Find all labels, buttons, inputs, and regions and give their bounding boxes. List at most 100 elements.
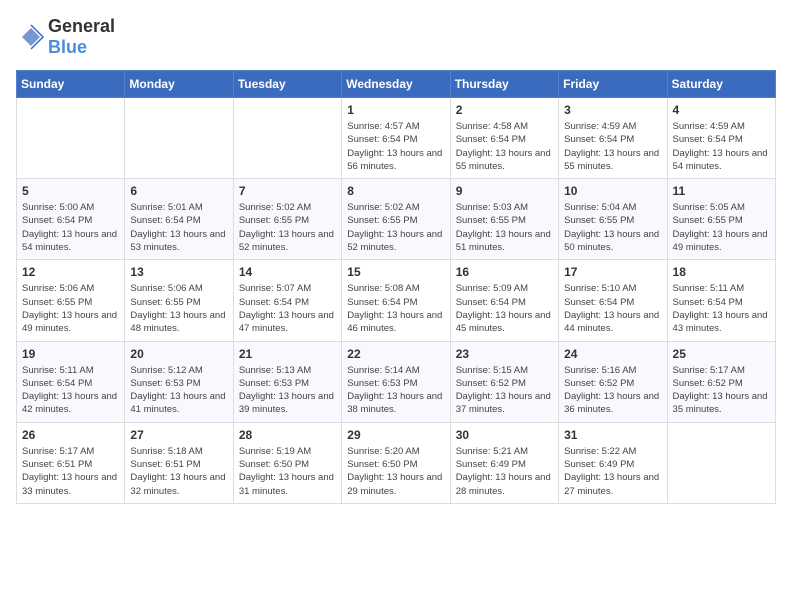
day-number: 26 [22, 428, 119, 442]
day-number: 22 [347, 347, 444, 361]
calendar-cell: 18 Sunrise: 5:11 AM Sunset: 6:54 PM Dayli… [667, 260, 775, 341]
day-info: Sunrise: 4:58 AM Sunset: 6:54 PM Dayligh… [456, 120, 553, 173]
day-number: 8 [347, 184, 444, 198]
day-info: Sunrise: 5:00 AM Sunset: 6:54 PM Dayligh… [22, 201, 119, 254]
calendar-cell: 4 Sunrise: 4:59 AM Sunset: 6:54 PM Daylig… [667, 98, 775, 179]
calendar-cell: 12Sunrise: 5:06 AM Sunset: 6:55 PM Dayli… [17, 260, 125, 341]
logo: General Blue [16, 16, 115, 58]
day-number: 11 [673, 184, 770, 198]
calendar-cell: 15 Sunrise: 5:08 AM Sunset: 6:54 PM Dayli… [342, 260, 450, 341]
day-info: Sunrise: 5:05 AM Sunset: 6:55 PM Dayligh… [673, 201, 770, 254]
day-info: Sunrise: 4:59 AM Sunset: 6:54 PM Dayligh… [673, 120, 770, 173]
calendar-cell: 9 Sunrise: 5:03 AM Sunset: 6:55 PM Daylig… [450, 179, 558, 260]
calendar-header: SundayMondayTuesdayWednesdayThursdayFrid… [17, 71, 776, 98]
weekday-header: Thursday [450, 71, 558, 98]
day-info: Sunrise: 4:57 AM Sunset: 6:54 PM Dayligh… [347, 120, 444, 173]
day-number: 18 [673, 265, 770, 279]
day-number: 4 [673, 103, 770, 117]
day-info: Sunrise: 5:15 AM Sunset: 6:52 PM Dayligh… [456, 364, 553, 417]
calendar-table: SundayMondayTuesdayWednesdayThursdayFrid… [16, 70, 776, 504]
day-info: Sunrise: 5:11 AM Sunset: 6:54 PM Dayligh… [673, 282, 770, 335]
day-number: 15 [347, 265, 444, 279]
day-number: 1 [347, 103, 444, 117]
calendar-cell: 1 Sunrise: 4:57 AM Sunset: 6:54 PM Daylig… [342, 98, 450, 179]
day-number: 25 [673, 347, 770, 361]
day-info: Sunrise: 5:10 AM Sunset: 6:54 PM Dayligh… [564, 282, 661, 335]
day-info: Sunrise: 5:06 AM Sunset: 6:55 PM Dayligh… [22, 282, 119, 335]
logo-blue: Blue [48, 37, 87, 57]
calendar-cell: 16 Sunrise: 5:09 AM Sunset: 6:54 PM Dayli… [450, 260, 558, 341]
day-number: 17 [564, 265, 661, 279]
day-info: Sunrise: 5:20 AM Sunset: 6:50 PM Dayligh… [347, 445, 444, 498]
calendar-cell: 6 Sunrise: 5:01 AM Sunset: 6:54 PM Daylig… [125, 179, 233, 260]
day-number: 21 [239, 347, 336, 361]
day-info: Sunrise: 5:21 AM Sunset: 6:49 PM Dayligh… [456, 445, 553, 498]
calendar-cell: 22 Sunrise: 5:14 AM Sunset: 6:53 PM Dayli… [342, 341, 450, 422]
day-info: Sunrise: 5:19 AM Sunset: 6:50 PM Dayligh… [239, 445, 336, 498]
calendar-cell: 2 Sunrise: 4:58 AM Sunset: 6:54 PM Daylig… [450, 98, 558, 179]
day-info: Sunrise: 5:07 AM Sunset: 6:54 PM Dayligh… [239, 282, 336, 335]
day-info: Sunrise: 5:12 AM Sunset: 6:53 PM Dayligh… [130, 364, 227, 417]
day-number: 5 [22, 184, 119, 198]
calendar-body: 1 Sunrise: 4:57 AM Sunset: 6:54 PM Daylig… [17, 98, 776, 504]
day-number: 3 [564, 103, 661, 117]
calendar-cell: 3 Sunrise: 4:59 AM Sunset: 6:54 PM Daylig… [559, 98, 667, 179]
day-info: Sunrise: 5:08 AM Sunset: 6:54 PM Dayligh… [347, 282, 444, 335]
weekday-header: Sunday [17, 71, 125, 98]
day-number: 9 [456, 184, 553, 198]
calendar-cell: 29 Sunrise: 5:20 AM Sunset: 6:50 PM Dayli… [342, 422, 450, 503]
day-number: 28 [239, 428, 336, 442]
day-info: Sunrise: 5:14 AM Sunset: 6:53 PM Dayligh… [347, 364, 444, 417]
calendar-week-row: 19 Sunrise: 5:11 AM Sunset: 6:54 PM Dayli… [17, 341, 776, 422]
calendar-cell [667, 422, 775, 503]
day-info: Sunrise: 5:06 AM Sunset: 6:55 PM Dayligh… [130, 282, 227, 335]
calendar-cell: 31Sunrise: 5:22 AM Sunset: 6:49 PM Dayli… [559, 422, 667, 503]
calendar-cell: 19 Sunrise: 5:11 AM Sunset: 6:54 PM Dayli… [17, 341, 125, 422]
day-number: 27 [130, 428, 227, 442]
day-number: 14 [239, 265, 336, 279]
calendar-cell: 8 Sunrise: 5:02 AM Sunset: 6:55 PM Daylig… [342, 179, 450, 260]
calendar-cell [17, 98, 125, 179]
day-number: 23 [456, 347, 553, 361]
day-info: Sunrise: 4:59 AM Sunset: 6:54 PM Dayligh… [564, 120, 661, 173]
weekday-header: Saturday [667, 71, 775, 98]
calendar-cell: 25Sunrise: 5:17 AM Sunset: 6:52 PM Dayli… [667, 341, 775, 422]
day-number: 2 [456, 103, 553, 117]
day-info: Sunrise: 5:18 AM Sunset: 6:51 PM Dayligh… [130, 445, 227, 498]
day-info: Sunrise: 5:02 AM Sunset: 6:55 PM Dayligh… [239, 201, 336, 254]
calendar-cell: 11 Sunrise: 5:05 AM Sunset: 6:55 PM Dayli… [667, 179, 775, 260]
calendar-cell: 10 Sunrise: 5:04 AM Sunset: 6:55 PM Dayli… [559, 179, 667, 260]
day-number: 30 [456, 428, 553, 442]
day-info: Sunrise: 5:02 AM Sunset: 6:55 PM Dayligh… [347, 201, 444, 254]
calendar-week-row: 12Sunrise: 5:06 AM Sunset: 6:55 PM Dayli… [17, 260, 776, 341]
calendar-cell [233, 98, 341, 179]
day-number: 16 [456, 265, 553, 279]
calendar-cell: 21 Sunrise: 5:13 AM Sunset: 6:53 PM Dayli… [233, 341, 341, 422]
calendar-week-row: 5 Sunrise: 5:00 AM Sunset: 6:54 PM Daylig… [17, 179, 776, 260]
day-info: Sunrise: 5:11 AM Sunset: 6:54 PM Dayligh… [22, 364, 119, 417]
day-info: Sunrise: 5:01 AM Sunset: 6:54 PM Dayligh… [130, 201, 227, 254]
calendar-cell: 17 Sunrise: 5:10 AM Sunset: 6:54 PM Dayli… [559, 260, 667, 341]
calendar-cell: 26Sunrise: 5:17 AM Sunset: 6:51 PM Dayli… [17, 422, 125, 503]
weekday-header: Tuesday [233, 71, 341, 98]
day-number: 29 [347, 428, 444, 442]
calendar-cell: 7 Sunrise: 5:02 AM Sunset: 6:55 PM Daylig… [233, 179, 341, 260]
day-info: Sunrise: 5:04 AM Sunset: 6:55 PM Dayligh… [564, 201, 661, 254]
weekday-header: Friday [559, 71, 667, 98]
day-number: 6 [130, 184, 227, 198]
day-info: Sunrise: 5:16 AM Sunset: 6:52 PM Dayligh… [564, 364, 661, 417]
logo-general: General [48, 16, 115, 36]
day-number: 7 [239, 184, 336, 198]
calendar-cell: 14 Sunrise: 5:07 AM Sunset: 6:54 PM Dayli… [233, 260, 341, 341]
day-number: 10 [564, 184, 661, 198]
calendar-cell [125, 98, 233, 179]
day-info: Sunrise: 5:03 AM Sunset: 6:55 PM Dayligh… [456, 201, 553, 254]
day-info: Sunrise: 5:13 AM Sunset: 6:53 PM Dayligh… [239, 364, 336, 417]
day-number: 19 [22, 347, 119, 361]
day-info: Sunrise: 5:22 AM Sunset: 6:49 PM Dayligh… [564, 445, 661, 498]
weekday-header: Wednesday [342, 71, 450, 98]
day-number: 20 [130, 347, 227, 361]
day-info: Sunrise: 5:09 AM Sunset: 6:54 PM Dayligh… [456, 282, 553, 335]
page-header: General Blue [16, 16, 776, 58]
calendar-cell: 13Sunrise: 5:06 AM Sunset: 6:55 PM Dayli… [125, 260, 233, 341]
